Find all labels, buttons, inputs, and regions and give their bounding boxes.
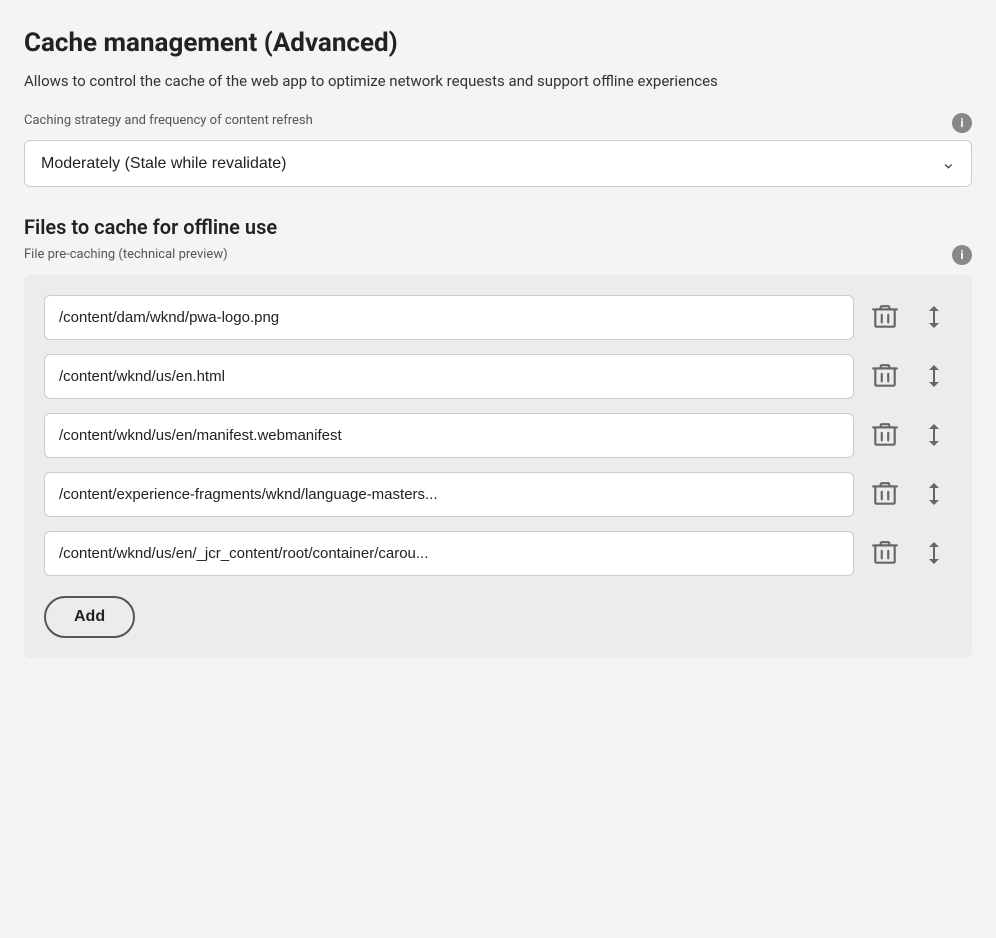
file-precaching-info-icon[interactable]: i (952, 245, 972, 265)
move-file-button-2[interactable] (916, 356, 952, 396)
trash-icon-4 (872, 480, 898, 508)
delete-file-button-2[interactable] (866, 356, 904, 396)
caching-strategy-label: Caching strategy and frequency of conten… (24, 113, 313, 128)
file-row (44, 354, 952, 399)
move-file-button-4[interactable] (916, 474, 952, 514)
delete-file-button-3[interactable] (866, 415, 904, 455)
move-icon-2 (922, 362, 946, 390)
files-list-container: Add (24, 275, 972, 658)
move-icon-3 (922, 421, 946, 449)
delete-file-button-4[interactable] (866, 474, 904, 514)
delete-file-button-1[interactable] (866, 297, 904, 337)
move-icon-1 (922, 303, 946, 331)
move-file-button-5[interactable] (916, 533, 952, 573)
add-file-button[interactable]: Add (44, 596, 135, 638)
page-title: Cache management (Advanced) (24, 28, 972, 58)
trash-icon-1 (872, 303, 898, 331)
file-row (44, 413, 952, 458)
delete-file-button-5[interactable] (866, 533, 904, 573)
move-file-button-3[interactable] (916, 415, 952, 455)
file-row (44, 472, 952, 517)
move-icon-5 (922, 539, 946, 567)
caching-info-icon[interactable]: i (952, 113, 972, 133)
page-description: Allows to control the cache of the web a… (24, 70, 972, 93)
file-row (44, 295, 952, 340)
trash-icon-3 (872, 421, 898, 449)
file-input-2[interactable] (44, 354, 854, 399)
move-icon-4 (922, 480, 946, 508)
trash-icon-2 (872, 362, 898, 390)
file-precaching-label: File pre-caching (technical preview) (24, 247, 228, 262)
file-row (44, 531, 952, 576)
caching-strategy-select[interactable]: Moderately (Stale while revalidate)Aggre… (24, 140, 972, 187)
caching-strategy-dropdown-wrapper: Moderately (Stale while revalidate)Aggre… (24, 140, 972, 187)
trash-icon-5 (872, 539, 898, 567)
move-file-button-1[interactable] (916, 297, 952, 337)
file-input-1[interactable] (44, 295, 854, 340)
file-input-4[interactable] (44, 472, 854, 517)
files-section-title: Files to cache for offline use (24, 215, 972, 239)
file-input-5[interactable] (44, 531, 854, 576)
file-input-3[interactable] (44, 413, 854, 458)
